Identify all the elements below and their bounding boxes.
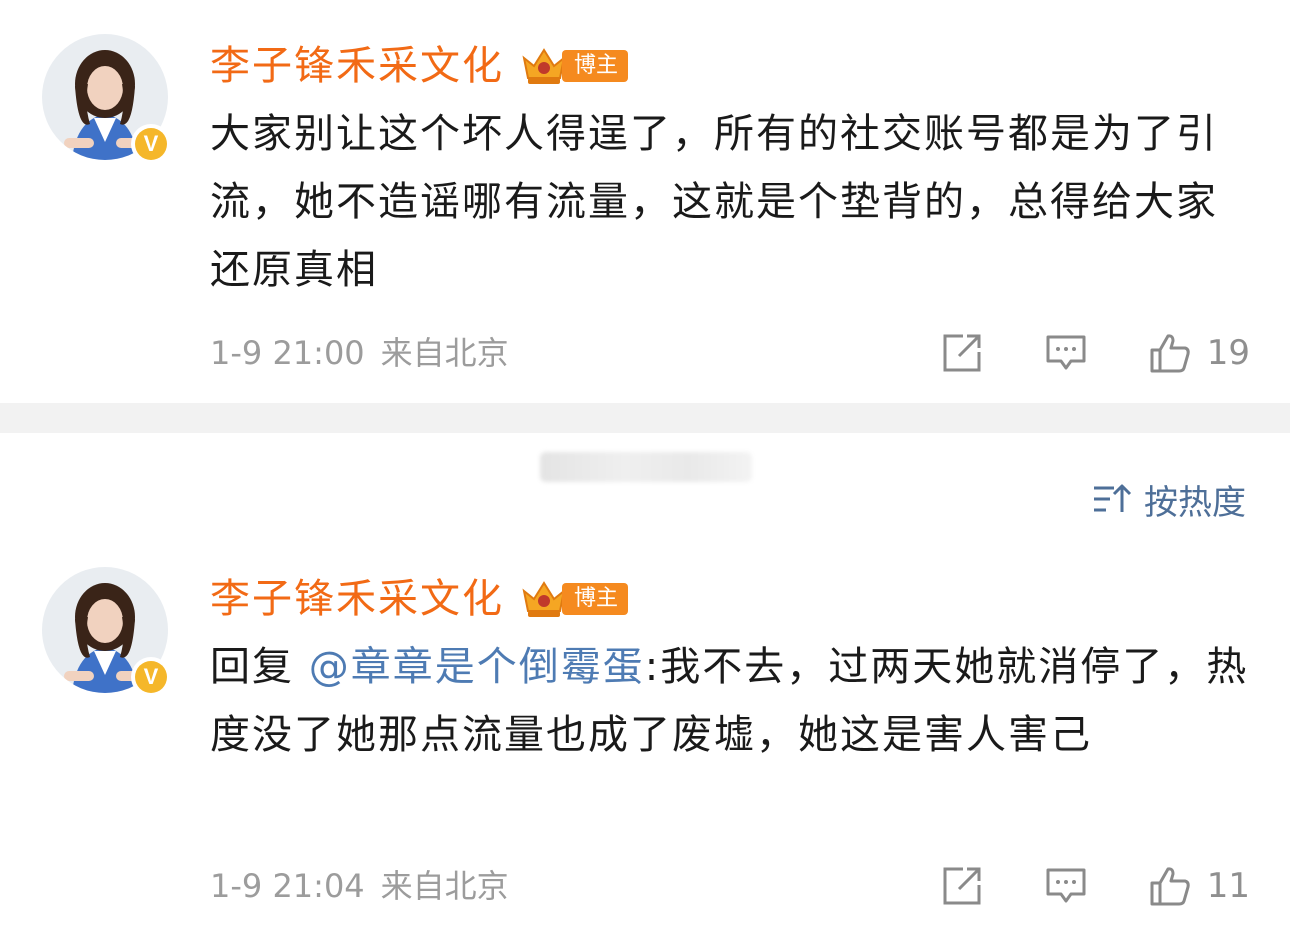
badge-label: 博主 <box>562 583 629 615</box>
location: 来自北京 <box>380 867 509 905</box>
comment-text: 大家别让这个坏人得逞了，所有的社交账号都是为了引流，她不造谣哪有流量，这就是个垫… <box>210 100 1250 304</box>
like-button[interactable]: 11 <box>1149 865 1250 907</box>
like-icon[interactable] <box>1149 865 1191 907</box>
verified-mark: V <box>135 128 167 160</box>
comment-icon[interactable] <box>1045 332 1087 374</box>
comment-actions: 19 <box>941 332 1250 374</box>
username[interactable]: 李子锋禾采文化 <box>210 40 504 92</box>
blogger-badge: 博主 <box>518 47 629 85</box>
comment-meta: 1-9 21:00 来自北京 19 <box>210 330 1250 376</box>
like-count: 11 <box>1206 866 1250 906</box>
comment-header: 李子锋禾采文化 博主 <box>210 573 629 625</box>
mention-link[interactable]: @章章是个倒霉蛋 <box>309 644 645 690</box>
timestamp: 1-9 21:04 <box>210 867 365 905</box>
comment-item: V 李子锋禾采文化 博主 回复 @章章是个倒霉蛋:我不去，过两天她就消停了，热度… <box>0 533 1290 930</box>
share-icon[interactable] <box>941 332 983 374</box>
blurred-watermark <box>540 452 752 482</box>
username[interactable]: 李子锋禾采文化 <box>210 573 504 625</box>
comment-icon[interactable] <box>1045 865 1087 907</box>
reply-prefix: 回复 <box>210 644 309 690</box>
sort-label: 按热度 <box>1144 482 1246 523</box>
section-divider <box>0 403 1290 433</box>
location: 来自北京 <box>380 334 509 372</box>
comment-item: V 李子锋禾采文化 博主 大家别让这个坏人得逞了，所有的社交账号都是为了引流，她… <box>0 0 1290 403</box>
verified-mark: V <box>135 661 167 693</box>
share-icon[interactable] <box>941 865 983 907</box>
comment-page: V 李子锋禾采文化 博主 大家别让这个坏人得逞了，所有的社交账号都是为了引流，她… <box>0 0 1290 930</box>
verified-icon: V <box>131 124 171 164</box>
comment-actions: 11 <box>941 865 1250 907</box>
comment-body: 大家别让这个坏人得逞了，所有的社交账号都是为了引流，她不造谣哪有流量，这就是个垫… <box>210 111 1218 293</box>
sort-by-hot-button[interactable]: 按热度 <box>1092 476 1246 523</box>
like-button[interactable]: 19 <box>1149 332 1250 374</box>
blogger-badge: 博主 <box>518 580 629 618</box>
like-icon[interactable] <box>1149 332 1191 374</box>
comment-meta: 1-9 21:04 来自北京 11 <box>210 863 1250 909</box>
comment-text: 回复 @章章是个倒霉蛋:我不去，过两天她就消停了，热度没了她那点流量也成了废墟，… <box>210 633 1250 769</box>
comment-header: 李子锋禾采文化 博主 <box>210 40 629 92</box>
sort-icon <box>1094 484 1132 512</box>
badge-label: 博主 <box>562 50 629 82</box>
timestamp: 1-9 21:00 <box>210 334 365 372</box>
verified-icon: V <box>131 657 171 697</box>
like-count: 19 <box>1206 333 1250 373</box>
